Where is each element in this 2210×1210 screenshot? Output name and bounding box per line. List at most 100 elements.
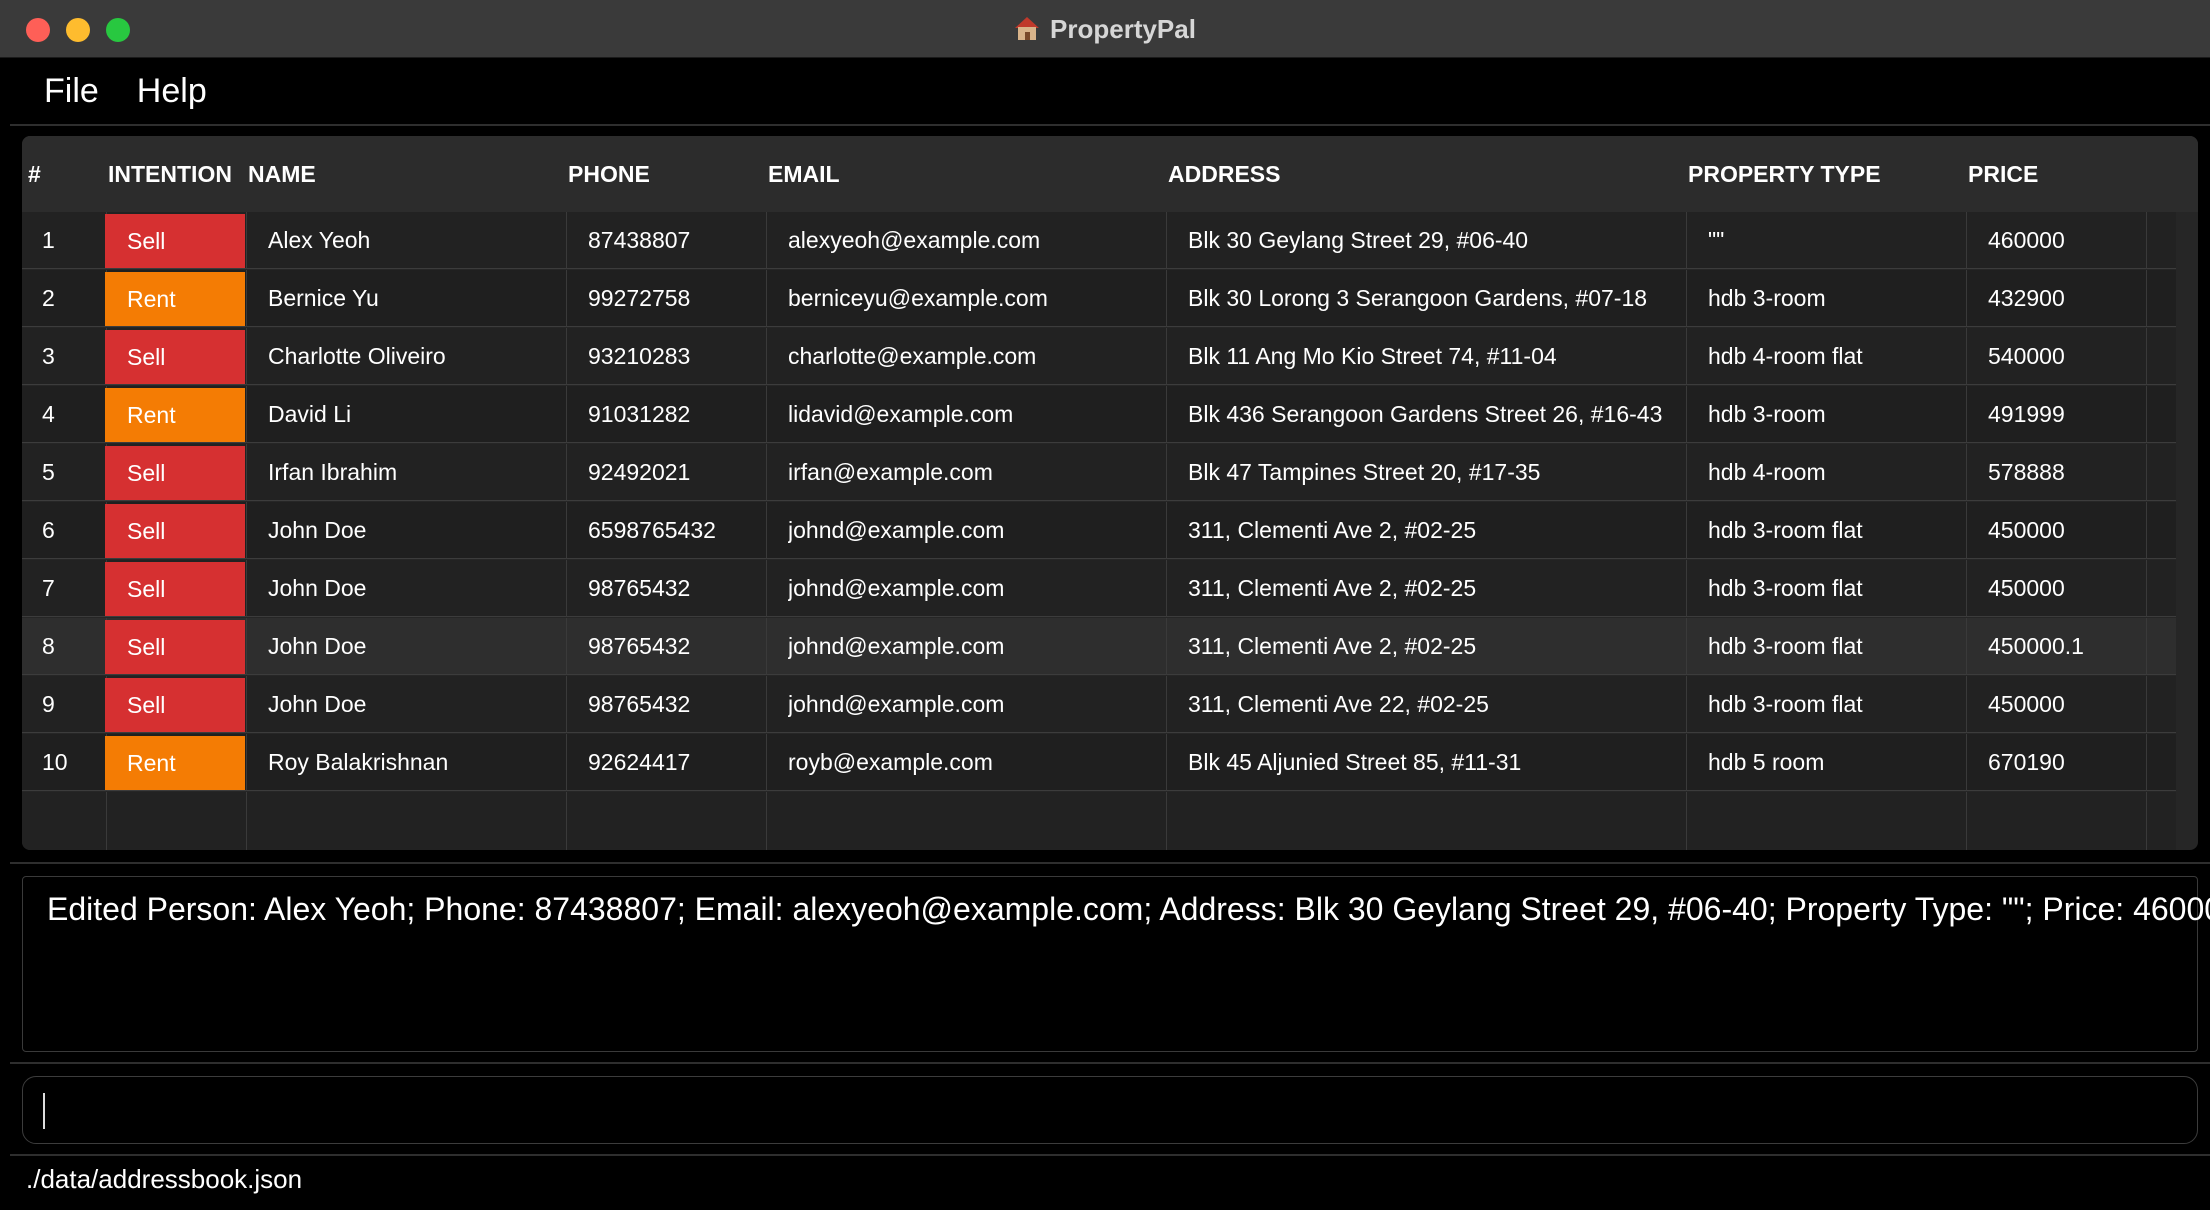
column-divider	[2146, 386, 2147, 443]
column-divider	[2146, 270, 2147, 327]
column-divider	[566, 270, 567, 327]
header-address[interactable]: ADDRESS	[1168, 136, 1280, 212]
header-phone[interactable]: PHONE	[568, 136, 650, 212]
header-name[interactable]: NAME	[248, 136, 316, 212]
column-divider	[246, 502, 247, 559]
column-divider	[1686, 618, 1687, 675]
column-divider	[1966, 328, 1967, 385]
intention-badge: Sell	[105, 620, 245, 674]
table-row[interactable]: 2 Bernice Yu 99272758 berniceyu@example.com…	[22, 270, 2176, 327]
command-box[interactable]	[22, 1076, 2198, 1144]
column-divider	[566, 618, 567, 675]
column-divider	[1686, 502, 1687, 559]
cell-index: 9	[42, 691, 55, 717]
table-row[interactable]: 5 Irfan Ibrahim 92492021 irfan@example.com B…	[22, 444, 2176, 501]
save-location: ./data/addressbook.json	[26, 1164, 303, 1194]
help-menu[interactable]: Help	[137, 72, 207, 111]
cell-phone: 93210283	[588, 343, 691, 369]
column-divider	[1966, 212, 1967, 269]
column-divider	[766, 792, 767, 850]
cell-property-type: ""	[1708, 227, 1725, 253]
cell-name: Roy Balakrishnan	[268, 749, 449, 775]
header-price[interactable]: PRICE	[1968, 136, 2038, 212]
column-divider	[246, 386, 247, 443]
table-row[interactable]: 8 John Doe 98765432 johnd@example.com 311, C…	[22, 618, 2176, 675]
window-title-group: PropertyPal	[0, 0, 2210, 58]
column-divider	[2146, 502, 2147, 559]
column-divider	[1686, 560, 1687, 617]
table-row[interactable]: 1 Alex Yeoh 87438807 alexyeoh@example.com Bl…	[22, 212, 2176, 269]
table-row[interactable]: 6 John Doe 6598765432 johnd@example.com 311,…	[22, 502, 2176, 559]
column-divider	[1966, 386, 1967, 443]
cell-email: alexyeoh@example.com	[788, 227, 1041, 253]
column-divider	[566, 386, 567, 443]
cell-price: 450000	[1988, 517, 2065, 543]
intention-badge: Rent	[105, 388, 245, 442]
column-divider	[1166, 734, 1167, 791]
column-divider	[766, 444, 767, 501]
table-row[interactable]: 3 Charlotte Oliveiro 93210283 charlotte@exa…	[22, 328, 2176, 385]
column-divider	[1166, 386, 1167, 443]
table-row[interactable]: 10 Roy Balakrishnan 92624417 royb@example.c…	[22, 734, 2176, 791]
cell-price: 670190	[1988, 749, 2065, 775]
cell-email: charlotte@example.com	[788, 343, 1037, 369]
window-title: PropertyPal	[1050, 13, 1196, 44]
cell-name: Charlotte Oliveiro	[268, 343, 446, 369]
cell-address: 311, Clementi Ave 2, #02-25	[1188, 633, 1477, 659]
cell-phone: 99272758	[588, 285, 691, 311]
column-divider	[566, 212, 567, 269]
column-divider	[2146, 560, 2147, 617]
cell-email: royb@example.com	[788, 749, 993, 775]
cell-name: John Doe	[268, 517, 367, 543]
column-divider	[566, 792, 567, 850]
command-input[interactable]	[23, 1077, 2197, 1143]
title-bar[interactable]: PropertyPal	[0, 0, 2210, 58]
intention-badge: Rent	[105, 736, 245, 790]
cell-phone: 91031282	[588, 401, 691, 427]
column-divider	[1686, 444, 1687, 501]
column-divider	[1166, 676, 1167, 733]
column-divider	[766, 386, 767, 443]
column-divider	[2146, 212, 2147, 269]
header-email[interactable]: EMAIL	[768, 136, 840, 212]
column-divider	[1166, 618, 1167, 675]
cell-index: 4	[42, 401, 55, 427]
cell-address: Blk 436 Serangoon Gardens Street 26, #16…	[1188, 401, 1663, 427]
column-divider	[766, 328, 767, 385]
cell-address: Blk 30 Geylang Street 29, #06-40	[1188, 227, 1529, 253]
column-divider	[1686, 270, 1687, 327]
cell-property-type: hdb 3-room flat	[1708, 691, 1863, 717]
column-divider	[246, 734, 247, 791]
empty-table-row	[22, 792, 2176, 850]
cell-name: John Doe	[268, 575, 367, 601]
column-divider	[766, 560, 767, 617]
result-display[interactable]: Edited Person: Alex Yeoh; Phone: 8743880…	[22, 876, 2210, 1052]
cell-price: 450000.1	[1988, 633, 2084, 659]
file-menu[interactable]: File	[44, 72, 99, 111]
column-divider	[2146, 444, 2147, 501]
cell-index: 2	[42, 285, 55, 311]
column-divider	[566, 734, 567, 791]
cell-property-type: hdb 4-room	[1708, 459, 1826, 485]
column-divider	[1686, 676, 1687, 733]
column-divider	[1686, 386, 1687, 443]
column-divider	[566, 676, 567, 733]
header-index[interactable]: #	[28, 136, 41, 212]
menu-divider	[10, 124, 2210, 126]
cell-name: Bernice Yu	[268, 285, 379, 311]
cell-email: johnd@example.com	[788, 691, 1005, 717]
intention-badge: Sell	[105, 446, 245, 500]
cell-address: Blk 47 Tampines Street 20, #17-35	[1188, 459, 1541, 485]
header-property-type[interactable]: PROPERTY TYPE	[1688, 136, 1881, 212]
cell-address: Blk 45 Aljunied Street 85, #11-31	[1188, 749, 1522, 775]
header-intention[interactable]: INTENTION	[108, 136, 232, 212]
table-row[interactable]: 9 John Doe 98765432 johnd@example.com 311, C…	[22, 676, 2176, 733]
table-row[interactable]: 7 John Doe 98765432 johnd@example.com 311, C…	[22, 560, 2176, 617]
table-row[interactable]: 4 David Li 91031282 lidavid@example.com Blk …	[22, 386, 2176, 443]
cell-index: 8	[42, 633, 55, 659]
cell-email: johnd@example.com	[788, 575, 1005, 601]
column-divider	[1166, 444, 1167, 501]
cell-address: Blk 30 Lorong 3 Serangoon Gardens, #07-1…	[1188, 285, 1648, 311]
cell-phone: 98765432	[588, 633, 691, 659]
column-divider	[1966, 676, 1967, 733]
